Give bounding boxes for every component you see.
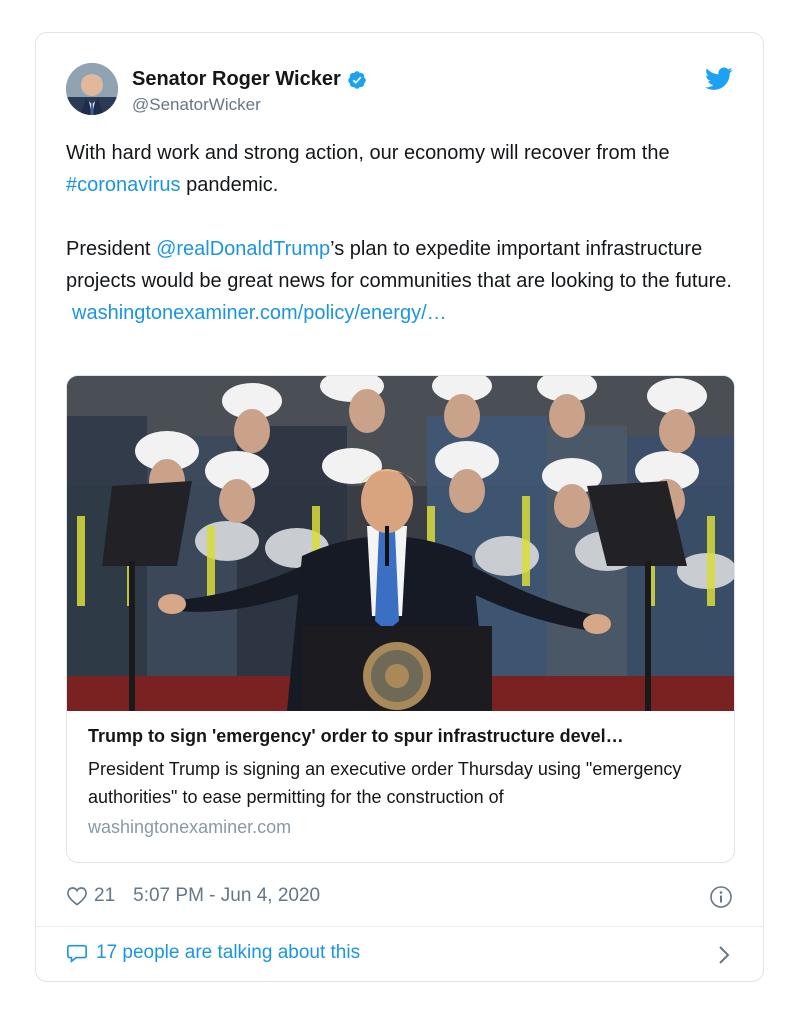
link-preview-card[interactable]: Trump to sign 'emergency' order to spur … [66, 375, 735, 863]
info-icon[interactable] [709, 885, 733, 909]
verified-badge-icon [348, 70, 366, 89]
divider [36, 926, 763, 927]
like-count[interactable]: 21 [94, 885, 115, 907]
hashtag-link[interactable]: #coronavirus [66, 174, 181, 196]
tweet-text-segment: President [66, 238, 157, 260]
author-name-row[interactable]: Senator Roger Wicker [132, 68, 367, 91]
tweet-meta-row: 21 5:07 PM - Jun 4, 2020 [66, 885, 320, 907]
chevron-right-icon[interactable] [717, 945, 731, 965]
avatar[interactable] [66, 63, 118, 115]
display-name[interactable]: Senator Roger Wicker [132, 68, 341, 91]
link-preview-domain: washingtonexaminer.com [88, 817, 292, 837]
tweet-text-segment: pandemic. [180, 174, 279, 196]
heart-icon[interactable] [66, 886, 88, 906]
mention-link[interactable]: @realDonaldTrump [156, 238, 330, 260]
article-url-link[interactable]: washingtonexaminer.com/policy/energy/… [72, 302, 447, 324]
tweet-paragraph-1: With hard work and strong action, our ec… [66, 137, 736, 201]
tweet-body: With hard work and strong action, our ec… [66, 137, 736, 329]
tweet-timestamp[interactable]: 5:07 PM - Jun 4, 2020 [133, 885, 320, 907]
tweet-card: Senator Roger Wicker @SenatorWicker With… [35, 32, 764, 982]
link-preview-description: President Trump is signing an executive … [88, 759, 682, 807]
author-handle[interactable]: @SenatorWicker [132, 95, 261, 115]
link-preview-title[interactable]: Trump to sign 'emergency' order to spur … [88, 726, 718, 747]
link-preview-meta: Trump to sign 'emergency' order to spur … [88, 726, 718, 838]
conversation-link[interactable]: 17 people are talking about this [66, 942, 360, 964]
twitter-bird-icon[interactable] [705, 67, 733, 91]
tweet-paragraph-2: President @realDonaldTrump’s plan to exp… [66, 233, 736, 297]
comment-bubble-icon [67, 944, 87, 963]
article-image[interactable] [67, 376, 735, 711]
conversation-label[interactable]: 17 people are talking about this [96, 942, 360, 964]
tweet-text-segment: With hard work and strong action, our ec… [66, 142, 670, 164]
